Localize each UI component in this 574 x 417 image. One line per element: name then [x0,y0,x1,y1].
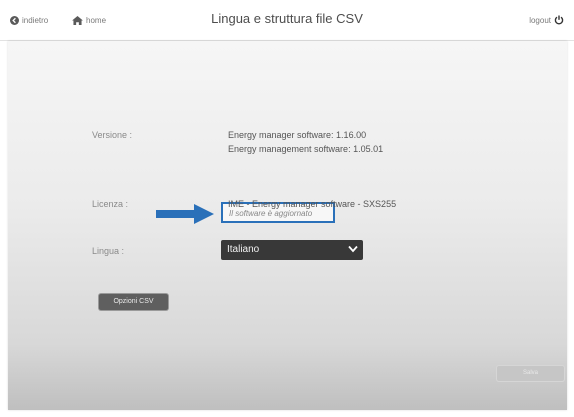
software-status: Il software è aggiornato [229,209,313,218]
version-label: Versione : [92,130,133,140]
logout-button[interactable]: logout [529,13,564,27]
manager-software-version: Energy manager software: 1.16.00 [228,130,367,140]
license-label: Licenza : [92,199,129,209]
top-bar: indietro home Lingua e struttura file CS… [0,0,574,41]
language-selected: Italiano [227,244,260,255]
page-title: Lingua e struttura file CSV [211,11,363,26]
management-software-version: Energy management software: 1.05.01 [228,144,384,154]
language-label: Lingua : [92,246,125,256]
settings-panel: Versione : Energy manager software: 1.16… [8,41,567,410]
chevron-down-icon [348,245,358,256]
power-icon [554,15,564,25]
logout-label: logout [529,15,551,25]
save-button[interactable]: Salva [497,366,564,381]
license-value: IME - Energy manager software - SXS255 [228,199,397,209]
csv-options-button[interactable]: Opzioni CSV [99,294,168,310]
arrow-right-icon [156,204,214,229]
language-select[interactable]: Italiano [221,240,363,260]
